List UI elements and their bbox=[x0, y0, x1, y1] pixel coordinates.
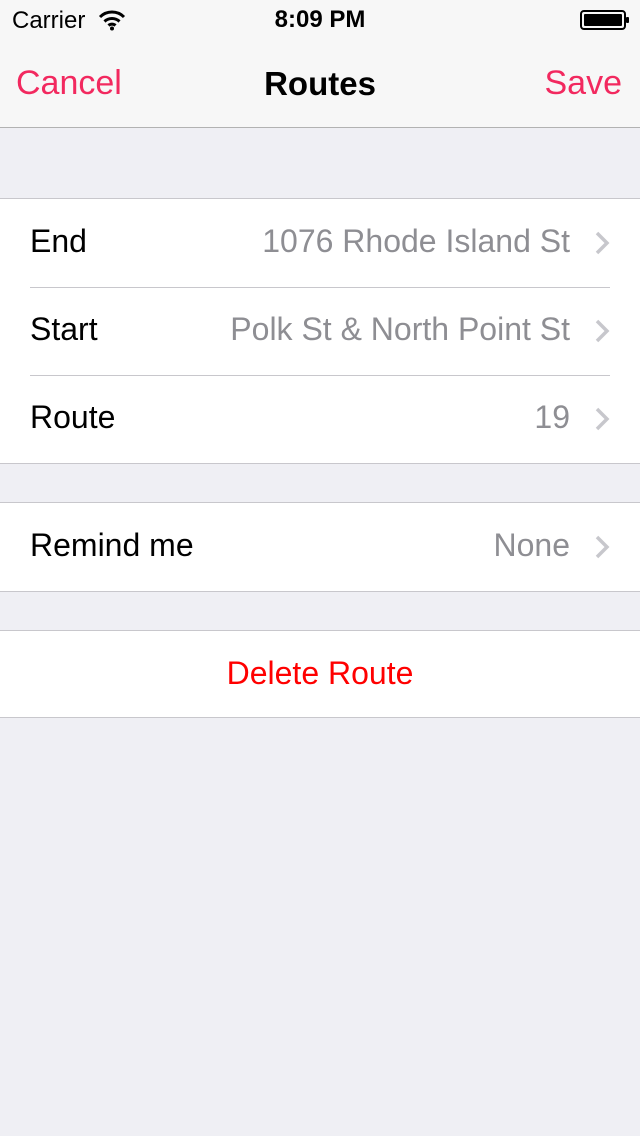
cancel-button[interactable]: Cancel bbox=[16, 64, 122, 103]
status-bar: Carrier 8:09 PM bbox=[0, 0, 640, 40]
start-value: Polk St & North Point St bbox=[230, 311, 570, 347]
route-details-group: End 1076 Rhode Island St Start Polk St &… bbox=[0, 198, 640, 464]
chevron-right-icon bbox=[595, 535, 610, 559]
save-button[interactable]: Save bbox=[545, 64, 623, 103]
remind-me-label: Remind me bbox=[30, 527, 194, 563]
battery-icon bbox=[580, 10, 629, 30]
start-label: Start bbox=[30, 311, 98, 347]
delete-route-button[interactable]: Delete Route bbox=[0, 631, 640, 717]
end-value: 1076 Rhode Island St bbox=[262, 223, 570, 259]
navigation-bar: Cancel Routes Save bbox=[0, 40, 640, 128]
chevron-right-icon bbox=[595, 231, 610, 255]
chevron-right-icon bbox=[595, 407, 610, 431]
route-label: Route bbox=[30, 399, 116, 435]
remind-me-row[interactable]: Remind me None bbox=[0, 503, 640, 591]
route-value: 19 bbox=[534, 399, 570, 435]
reminder-group: Remind me None bbox=[0, 502, 640, 592]
delete-route-label: Delete Route bbox=[226, 655, 414, 691]
delete-group: Delete Route bbox=[0, 630, 640, 718]
end-label: End bbox=[30, 223, 87, 259]
end-row[interactable]: End 1076 Rhode Island St bbox=[0, 199, 640, 287]
start-row[interactable]: Start Polk St & North Point St bbox=[0, 287, 640, 375]
chevron-right-icon bbox=[595, 319, 610, 343]
route-row[interactable]: Route 19 bbox=[0, 375, 640, 463]
clock: 8:09 PM bbox=[274, 6, 366, 33]
remind-me-value: None bbox=[493, 527, 571, 563]
